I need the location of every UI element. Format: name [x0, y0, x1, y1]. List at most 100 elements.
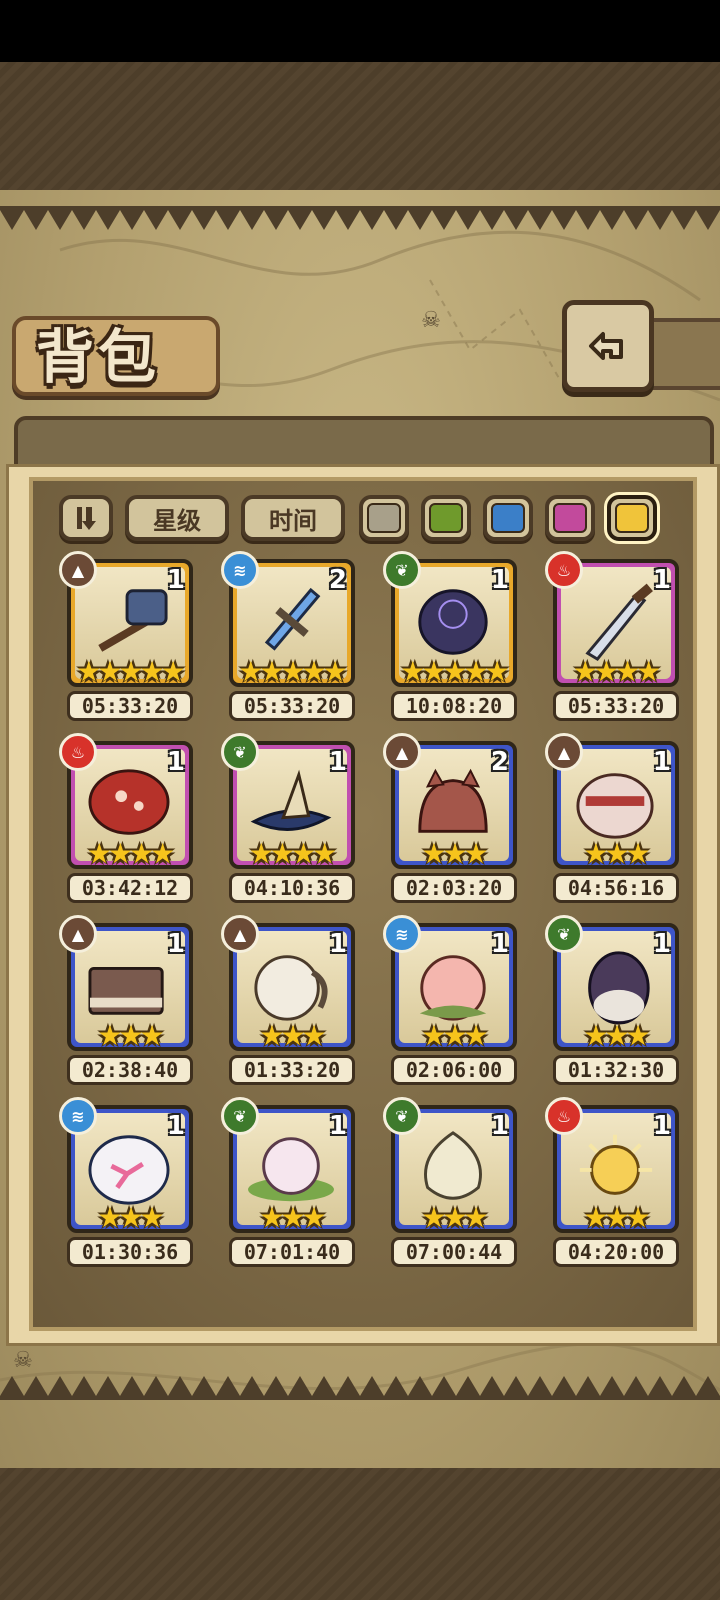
dagger-icon: [567, 581, 663, 663]
water-element-icon: ≋: [383, 915, 421, 953]
blue-sword-icon: [243, 581, 339, 663]
inventory-item-witch-hat[interactable]: ❦ 1 ★★★★ 04:10:36: [221, 733, 361, 903]
lotus-pearl-icon: [243, 1127, 339, 1209]
item-count: 1: [166, 1111, 185, 1141]
item-stars: ★★★★: [572, 655, 661, 688]
item-timer: 02:06:00: [391, 1055, 517, 1085]
status-bar: [0, 0, 720, 62]
item-count: 2: [328, 565, 347, 595]
item-count: 1: [166, 747, 185, 777]
inventory-item-book[interactable]: ▲ 1 ★★★ 02:38:40: [59, 915, 199, 1085]
inventory-item-white-bud[interactable]: ❦ 1 ★★★ 07:00:44: [383, 1097, 523, 1267]
blue-swatch: [491, 503, 525, 533]
inventory-item-cat-hood[interactable]: ▲ 2 ★★★ 02:03:20: [383, 733, 523, 903]
item-stars: ★★★★: [248, 837, 337, 870]
zigzag-border-bottom: [0, 1376, 720, 1400]
hammer-icon: [81, 581, 177, 663]
item-timer: 01:33:20: [229, 1055, 355, 1085]
inventory-item-purple-egg[interactable]: ❦ 1 ★★★ 01:32:30: [545, 915, 685, 1085]
item-stars: ★★★★★: [238, 655, 348, 688]
inventory-item-lotus-pearl[interactable]: ❦ 1 ★★★ 07:01:40: [221, 1097, 361, 1267]
sakura-cloth-icon: [81, 1127, 177, 1209]
item-stars: ★★★: [97, 1019, 164, 1052]
inventory-item-wool-horn[interactable]: ▲ 1 ★★★ 01:33:20: [221, 915, 361, 1085]
skull-icon: ☠: [421, 308, 441, 333]
nature-element-icon: ❦: [221, 733, 259, 771]
earth-element-icon: ▲: [383, 733, 421, 771]
inventory-item-red-mushroom[interactable]: ♨ 1 ★★★★ 03:42:12: [59, 733, 199, 903]
inventory-item-sakura-cloth[interactable]: ≋ 1 ★★★ 01:30:36: [59, 1097, 199, 1267]
item-timer: 04:56:16: [553, 873, 679, 903]
inventory-item-dagger[interactable]: ♨ 1 ★★★★ 05:33:20: [545, 551, 685, 721]
item-count: 1: [490, 929, 509, 959]
nature-element-icon: ❦: [545, 915, 583, 953]
item-timer: 05:33:20: [229, 691, 355, 721]
witch-hat-icon: [243, 763, 339, 845]
inventory-item-sun-orb[interactable]: ♨ 1 ★★★ 04:20:00: [545, 1097, 685, 1267]
water-element-icon: ≋: [59, 1097, 97, 1135]
item-stars: ★★★: [421, 1201, 488, 1234]
item-count: 1: [652, 929, 671, 959]
item-timer: 05:33:20: [67, 691, 193, 721]
earth-element-icon: ▲: [545, 733, 583, 771]
item-count: 1: [652, 747, 671, 777]
back-button[interactable]: [562, 300, 654, 392]
dark-orb-icon: [405, 581, 501, 663]
inventory-item-dark-orb[interactable]: ❦ 1 ★★★★★ 10:08:20: [383, 551, 523, 721]
fire-element-icon: ♨: [59, 733, 97, 771]
star-sort-button[interactable]: 星级: [125, 495, 229, 541]
skull-icon: ☠: [13, 1348, 33, 1373]
item-timer: 01:30:36: [67, 1237, 193, 1267]
white-bud-icon: [405, 1127, 501, 1209]
item-stars: ★★★: [259, 1201, 326, 1234]
inventory-item-bow-bonnet[interactable]: ▲ 1 ★★★ 04:56:16: [545, 733, 685, 903]
item-stars: ★★★: [583, 1019, 650, 1052]
time-sort-button[interactable]: 时间: [241, 495, 345, 541]
cat-hood-icon: [405, 763, 501, 845]
filter-yellow-button[interactable]: [607, 495, 657, 541]
top-backdrop: [0, 62, 720, 192]
item-timer: 02:38:40: [67, 1055, 193, 1085]
page-title: 背包: [36, 323, 161, 391]
red-mushroom-icon: [81, 763, 177, 845]
item-count: 1: [166, 565, 185, 595]
water-element-icon: ≋: [221, 551, 259, 589]
item-count: 1: [652, 1111, 671, 1141]
sort-order-icon: [77, 507, 96, 530]
book-icon: [81, 945, 177, 1027]
inventory-item-hammer[interactable]: ▲ 1 ★★★★★ 05:33:20: [59, 551, 199, 721]
item-timer: 07:00:44: [391, 1237, 517, 1267]
green-swatch: [429, 503, 463, 533]
filter-blue-button[interactable]: [483, 495, 533, 541]
item-stars: ★★★: [421, 837, 488, 870]
fire-element-icon: ♨: [545, 551, 583, 589]
item-stars: ★★★★: [86, 837, 175, 870]
item-timer: 07:01:40: [229, 1237, 355, 1267]
zigzag-border-top: [0, 206, 720, 230]
item-count: 1: [490, 565, 509, 595]
bow-bonnet-icon: [567, 763, 663, 845]
item-count: 1: [166, 929, 185, 959]
inventory-item-peach[interactable]: ≋ 1 ★★★ 02:06:00: [383, 915, 523, 1085]
earth-element-icon: ▲: [59, 915, 97, 953]
peach-icon: [405, 945, 501, 1027]
item-stars: ★★★: [259, 1019, 326, 1052]
earth-element-icon: ▲: [221, 915, 259, 953]
inventory-panel-inner: 星级 时间 ▲ 1 ★★★★★ 05:33:20 ≋ 2 ★★★★★ 05:33:20 ❦ 1 ★★…: [29, 477, 697, 1331]
item-count: 1: [328, 747, 347, 777]
item-stars: ★★★: [421, 1019, 488, 1052]
filter-green-button[interactable]: [421, 495, 471, 541]
item-timer: 04:10:36: [229, 873, 355, 903]
item-stars: ★★★: [583, 837, 650, 870]
filter-purple-button[interactable]: [545, 495, 595, 541]
item-timer: 01:32:30: [553, 1055, 679, 1085]
purple-egg-icon: [567, 945, 663, 1027]
item-timer: 03:42:12: [67, 873, 193, 903]
nature-element-icon: ❦: [383, 1097, 421, 1135]
item-count: 1: [328, 1111, 347, 1141]
sort-order-button[interactable]: [59, 495, 113, 541]
item-count: 1: [490, 1111, 509, 1141]
filter-gray-button[interactable]: [359, 495, 409, 541]
item-stars: ★★★★★: [400, 655, 510, 688]
inventory-item-blue-sword[interactable]: ≋ 2 ★★★★★ 05:33:20: [221, 551, 361, 721]
